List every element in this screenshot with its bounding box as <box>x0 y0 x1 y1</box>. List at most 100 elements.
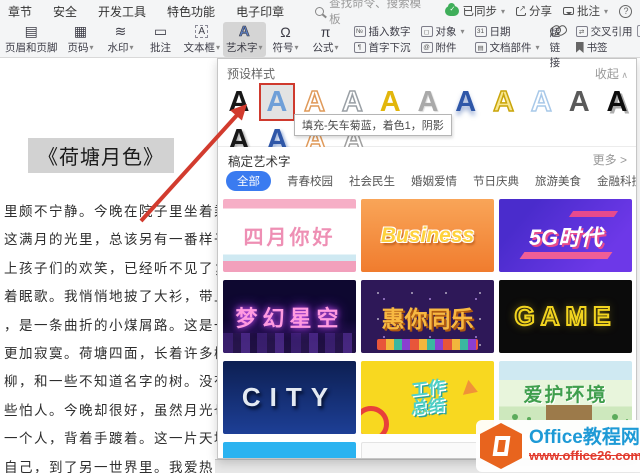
wordart-thumbnail-huini[interactable]: 惠你同乐 <box>361 280 494 353</box>
object-label: 对象 <box>435 26 457 38</box>
gaoding-wordart-header: 稿定艺术字 <box>228 155 291 169</box>
hyperlink-button[interactable]: 超链接 <box>546 22 572 69</box>
comment-icon <box>562 7 574 15</box>
preset-style-1-11[interactable]: A <box>599 83 635 121</box>
preset-style-1-9[interactable]: A <box>523 83 559 121</box>
bookmark-label: 书签 <box>586 42 608 54</box>
bookmark-button[interactable]: 书签 <box>575 41 633 54</box>
category-tab-节日庆典[interactable]: 节日庆典 <box>473 173 519 189</box>
insert-number-button[interactable]: № 插入数字 <box>353 25 411 38</box>
wordart-thumbnail-business[interactable]: Business <box>361 199 494 272</box>
wordart-thumbnail-label: 梦幻星空 <box>235 305 344 331</box>
wordart-thumbnail-label: Business <box>380 223 475 247</box>
ribbon-tab-电子印章[interactable]: 电子印章 <box>236 3 284 20</box>
wordart-button[interactable]: A 艺术字 <box>223 22 266 57</box>
formula-button[interactable]: π 公式 <box>306 22 346 57</box>
view-toggle-1-icon[interactable] <box>636 25 640 37</box>
quick-actions: 已同步 分享 批注 <box>445 3 632 19</box>
preset-style-1-2[interactable]: A <box>258 83 295 121</box>
category-tabs: 全部青春校园社会民生婚姻爱情节日庆典旅游美食金融科技职场 <box>226 171 636 191</box>
comment-icon: ▭ <box>153 23 168 39</box>
page-number-label: 页码 <box>67 40 93 55</box>
cross-reference-button[interactable]: ⇄ 交叉引用 <box>575 25 633 38</box>
wordart-thumbnail-label: GAME <box>514 300 617 332</box>
date-button[interactable]: 31 日期 <box>474 25 540 38</box>
sync-button[interactable]: 已同步 <box>445 3 505 19</box>
wordart-thumbnail-partial-blue[interactable] <box>223 442 356 458</box>
preset-style-1-8[interactable]: A <box>486 83 522 121</box>
ribbon-tab-章节[interactable]: 章节 <box>8 3 32 20</box>
wordart-thumbnail-label: 四月你好 <box>243 227 336 249</box>
comment-label: 批注 <box>150 42 171 54</box>
share-button[interactable]: 分享 <box>515 3 552 19</box>
category-tab-金融科技[interactable]: 金融科技 <box>597 173 636 189</box>
formula-icon: π <box>320 23 331 40</box>
insert-number-label: 插入数字 <box>368 26 411 38</box>
doc-parts-button[interactable]: ▤ 文档部件 <box>474 41 540 54</box>
wordart-thumbnail-game[interactable]: GAME <box>499 280 632 353</box>
textbox-button[interactable]: A 文本框 <box>181 22 224 57</box>
textbox-icon: A <box>195 23 209 40</box>
wordart-thumbnail-city[interactable]: CITY <box>223 361 356 434</box>
page-number-button[interactable]: ▦ 页码 <box>61 22 101 57</box>
wordart-thumbnail-5g[interactable]: 5G时代 <box>499 199 632 272</box>
category-tab-全部[interactable]: 全部 <box>226 171 271 191</box>
wordart-thumbnail-starry[interactable]: 梦幻星空 <box>223 280 356 353</box>
category-tab-青春校园[interactable]: 青春校园 <box>287 173 333 189</box>
ribbon-tab-安全[interactable]: 安全 <box>53 3 77 20</box>
wordart-thumbnail-work[interactable]: 工作总结 <box>361 361 494 434</box>
search-icon <box>315 6 325 16</box>
date-label: 日期 <box>489 26 511 38</box>
category-tab-旅游美食[interactable]: 旅游美食 <box>535 173 581 189</box>
share-icon <box>515 3 526 16</box>
wordart-thumbnail-april[interactable]: 四月你好 <box>223 199 356 272</box>
preset-style-1-1[interactable]: A <box>221 83 257 121</box>
wordart-thumbnail-partial-white[interactable] <box>361 442 494 458</box>
watermark-label: 水印 <box>107 40 133 55</box>
wordart-thumbnail-label: 爱护环境 <box>523 385 608 406</box>
watermark-url: www.office26.com <box>529 448 640 464</box>
doc-parts-icon: ▤ <box>474 42 487 53</box>
cross-reference-label: 交叉引用 <box>590 26 633 38</box>
collapse-button[interactable]: 收起 <box>595 65 628 82</box>
category-tab-婚姻爱情[interactable]: 婚姻爱情 <box>411 173 457 189</box>
header-footer-label: 页眉和页脚 <box>5 42 58 54</box>
wordart-dropdown-panel: 预设样式 收起 AAAAAAAAAAA AAAA 填充-矢车菊蓝，着色1，阴影 … <box>217 58 637 459</box>
attachment-button[interactable]: @ 附件 <box>420 41 465 54</box>
wordart-thumbnail-label: 惠你同乐 <box>381 305 474 332</box>
preset-style-1-7[interactable]: A <box>448 83 484 121</box>
comment-button[interactable]: 批注 <box>562 3 608 19</box>
attachment-icon: @ <box>420 42 433 53</box>
wordart-label: 艺术字 <box>226 40 263 55</box>
object-button[interactable]: ◻ 对象 <box>420 25 465 38</box>
preset-style-2-1[interactable]: A <box>221 121 257 148</box>
category-tab-社会民生[interactable]: 社会民生 <box>349 173 395 189</box>
preset-style-1-10[interactable]: A <box>561 83 597 121</box>
date-icon: 31 <box>474 26 487 37</box>
help-icon[interactable] <box>619 4 632 18</box>
comment-button[interactable]: ▭ 批注 <box>141 22 181 57</box>
symbol-label: 符号 <box>273 40 299 55</box>
ribbon-tab-开发工具[interactable]: 开发工具 <box>98 3 146 20</box>
symbol-button[interactable]: Ω 符号 <box>266 22 306 57</box>
object-icon: ◻ <box>420 26 433 37</box>
drop-cap-button[interactable]: ¶ 首字下沉 <box>353 41 411 54</box>
symbol-icon: Ω <box>280 23 291 40</box>
drop-cap-label: 首字下沉 <box>368 42 411 54</box>
more-link[interactable]: 更多 > <box>593 151 627 168</box>
watermark-button[interactable]: ≋ 水印 <box>101 22 141 57</box>
cross-reference-icon: ⇄ <box>575 26 588 37</box>
attachment-label: 附件 <box>435 42 457 54</box>
ribbon-tab-特色功能[interactable]: 特色功能 <box>167 3 215 20</box>
preset-style-2-2[interactable]: A <box>259 121 295 148</box>
wordart-thumbnail-label: 5G时代 <box>528 224 603 250</box>
ribbon-tab-row: 章节安全开发工具特色功能电子印章 查找命令、搜索模板 已同步 分享 批注 <box>0 0 640 26</box>
header-footer-icon: ▤ <box>24 23 38 39</box>
textbox-label: 文本框 <box>184 40 221 55</box>
preset-styles-header: 预设样式 <box>227 67 276 81</box>
reference-buttons: ⇄ 交叉引用书签 <box>572 22 637 57</box>
office-logo-icon <box>480 423 522 469</box>
header-footer-button[interactable]: ▤ 页眉和页脚 <box>2 22 61 57</box>
wordart-thumbnail-label: 工作总结 <box>410 376 445 418</box>
preset-tooltip: 填充-矢车菊蓝，着色1，阴影 <box>294 114 452 136</box>
